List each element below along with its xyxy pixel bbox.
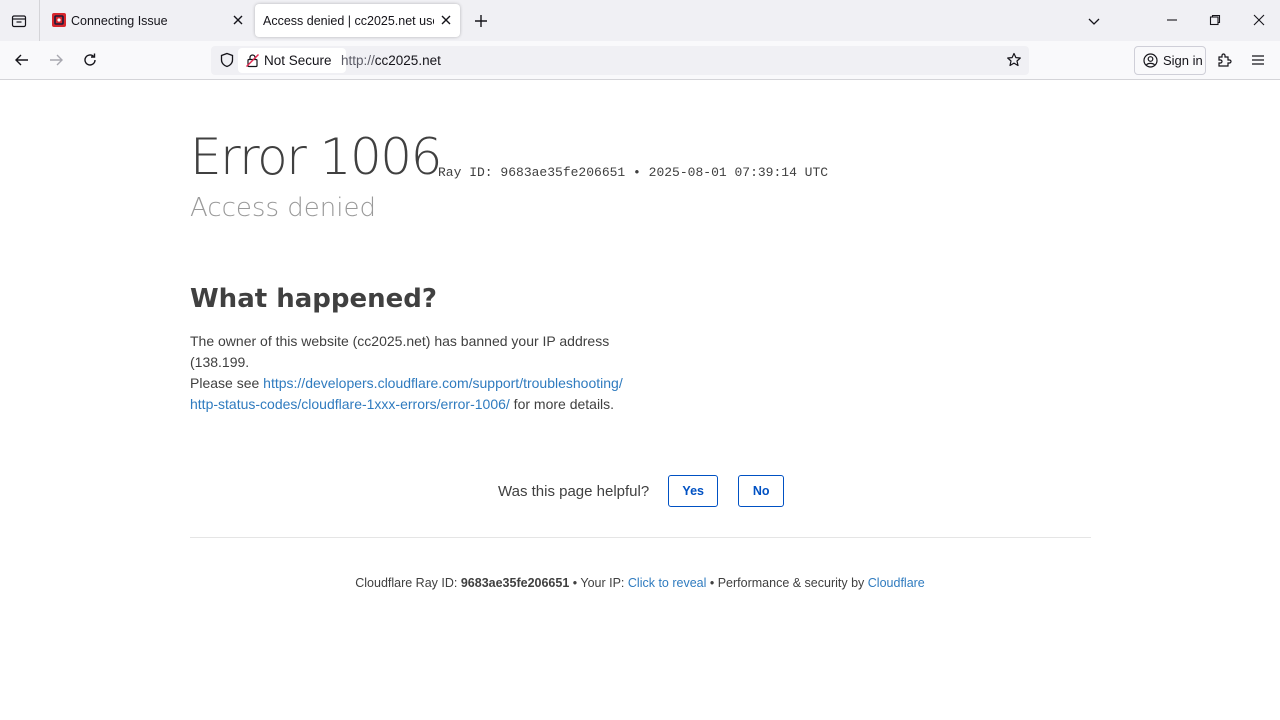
hamburger-menu-icon[interactable] [1250,52,1266,68]
footer-ip-label: • Your IP: [569,576,628,590]
footer-ray-label: Cloudflare Ray ID: [355,576,461,590]
chevron-down-icon[interactable] [1087,14,1101,28]
tab-strip: Connecting Issue Access denied | cc2025.… [0,0,1280,41]
footer-performance-label: • Performance & security by [706,576,868,590]
tab-title: Access denied | cc2025.net used Cloudfla… [263,14,434,28]
site-favicon-icon [52,13,66,27]
tab-connecting-issue[interactable]: Connecting Issue [44,4,252,37]
tab-access-denied[interactable]: Access denied | cc2025.net used Cloudfla… [255,4,460,37]
error-subtitle: Access denied [190,193,376,223]
navigation-toolbar: Not Secure http://cc2025.net Sign in [0,41,1280,80]
bookmark-star-icon[interactable] [1006,52,1022,68]
url-text[interactable]: http://cc2025.net [341,53,441,68]
close-tab-icon[interactable] [440,14,452,26]
close-window-icon[interactable] [1253,14,1265,26]
shield-icon[interactable] [219,52,235,68]
page-content: Error 1006 Ray ID: 9683ae35fe206651 • 20… [0,81,1280,720]
link-part-1: https://developers.cloudflare.com/suppor… [263,375,623,391]
feedback-no-button[interactable]: No [738,475,785,507]
insecure-lock-icon [246,54,259,68]
reveal-ip-link[interactable]: Click to reveal [628,576,707,590]
back-arrow-icon[interactable] [14,52,30,68]
sign-in-label: Sign in [1163,53,1203,68]
new-tab-plus-icon[interactable] [472,12,490,30]
tab-list-icon [11,14,27,27]
details-prefix: Please see [190,375,264,391]
what-happened-heading: What happened? [190,284,437,314]
restore-window-icon[interactable] [1209,14,1221,26]
security-indicator[interactable]: Not Secure [238,48,346,73]
url-scheme: http:// [341,53,375,68]
cloudflare-link[interactable]: Cloudflare [868,576,925,590]
list-all-tabs-button[interactable] [0,0,38,41]
sign-in-button[interactable]: Sign in [1134,46,1206,75]
details-suffix: for more details. [509,396,615,412]
timestamp: 2025-08-01 07:39:14 UTC [648,165,829,180]
feedback-yes-button[interactable]: Yes [668,475,719,507]
footer-divider [190,537,1091,538]
minimize-window-icon[interactable] [1166,14,1178,26]
address-bar[interactable]: Not Secure http://cc2025.net [211,46,1029,75]
account-icon [1143,53,1158,68]
link-part-2: http-status-codes/cloudflare-1xxx-errors… [190,396,510,412]
details-message: Please see https://developers.cloudflare… [190,373,650,415]
not-secure-label: Not Secure [264,53,332,68]
tab-title: Connecting Issue [71,14,168,28]
forward-arrow-icon[interactable] [48,52,64,68]
extensions-puzzle-icon[interactable] [1216,52,1232,68]
footer: Cloudflare Ray ID: 9683ae35fe206651 • Yo… [0,576,1280,590]
tab-separator [39,0,40,41]
ray-id-label: Ray ID: 9683ae35fe206651 • [438,165,641,180]
reload-icon[interactable] [82,52,98,68]
ray-id-header: Ray ID: 9683ae35fe206651 • 2025-08-01 07… [438,165,828,180]
footer-ray-id: 9683ae35fe206651 [460,576,570,590]
error-code-heading: Error 1006 [190,128,442,186]
feedback-question: Was this page helpful? [498,482,650,500]
ban-message: The owner of this website (cc2025.net) h… [190,333,610,370]
explanation-text: The owner of this website (cc2025.net) h… [190,331,650,415]
close-tab-icon[interactable] [232,14,244,26]
url-host: cc2025.net [374,53,441,68]
feedback-section: Was this page helpful? Yes No [498,475,785,507]
